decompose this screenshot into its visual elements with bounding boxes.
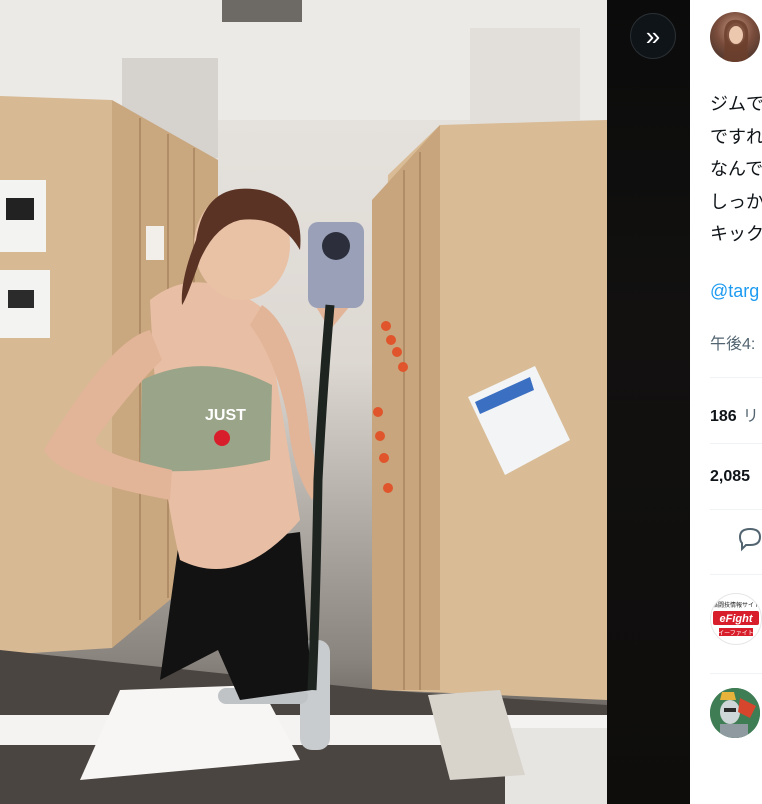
- stat-label: リ: [742, 408, 759, 425]
- stat-reposts[interactable]: 186 リ: [710, 402, 759, 426]
- tweet-text-line: ですれ: [710, 126, 762, 147]
- tweet-text-line: なんで: [710, 159, 762, 179]
- tweet-timestamp[interactable]: 午後4:: [710, 330, 755, 354]
- svg-text:格闘技情報サイト: 格闘技情報サイト: [712, 601, 760, 609]
- reply-avatar-efight[interactable]: 格闘技情報サイト eFight イーファイト: [710, 593, 762, 645]
- double-chevron-right-icon: »: [645, 21, 661, 51]
- divider: [710, 509, 762, 510]
- collapse-panel-button[interactable]: »: [630, 13, 676, 59]
- reply-icon[interactable]: [736, 524, 762, 552]
- svg-text:JUST: JUST: [205, 407, 246, 424]
- divider: [710, 377, 762, 378]
- tweet-text-line: ジムで: [710, 94, 762, 114]
- media-photo[interactable]: JUST: [0, 0, 607, 804]
- tweet-text: ジムで ですれ なんで しっか キック: [710, 88, 762, 251]
- svg-text:イーファイト: イーファイト: [718, 630, 754, 637]
- divider: [710, 443, 762, 444]
- mention-link[interactable]: @targ: [710, 281, 759, 302]
- stat-count: 186: [710, 408, 737, 425]
- author-avatar[interactable]: [710, 12, 760, 62]
- tweet-text-line: しっか: [710, 191, 762, 212]
- reply-avatar-user[interactable]: [710, 688, 760, 738]
- media-backdrop: [607, 0, 690, 804]
- efight-logo-icon: 格闘技情報サイト eFight イーファイト: [712, 601, 760, 637]
- stat-count: 2,085: [710, 468, 751, 485]
- tweet-text-line: キック: [710, 224, 762, 244]
- tweet-side-panel: ジムで ですれ なんで しっか キック @targ 午後4: 186 リ 2,08…: [690, 0, 762, 804]
- svg-text:eFight: eFight: [720, 613, 754, 625]
- divider: [710, 673, 762, 674]
- divider: [710, 574, 762, 575]
- stat-likes[interactable]: 2,085: [710, 468, 756, 486]
- photo-scene: JUST: [0, 0, 607, 804]
- robot-avatar-icon: [710, 688, 760, 738]
